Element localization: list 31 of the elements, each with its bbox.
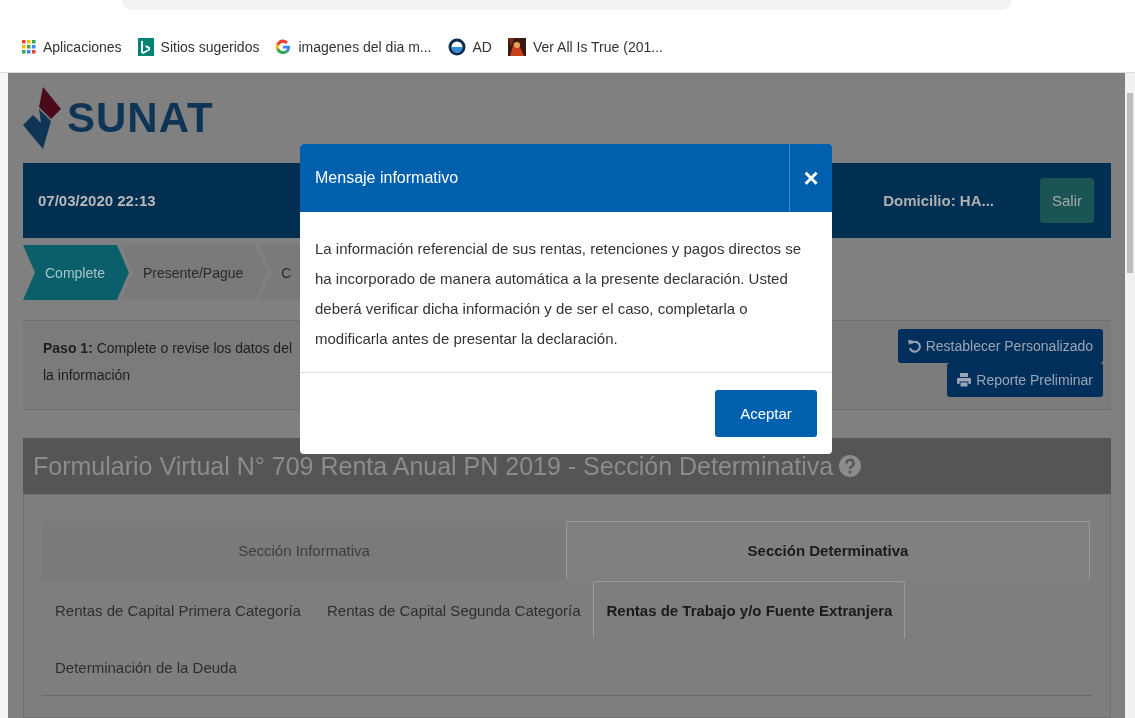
- instructions-text: Paso 1: Complete o revise los datos del la información: [43, 339, 293, 385]
- reset-button[interactable]: Restablecer Personalizado: [897, 329, 1103, 363]
- subsection-tab[interactable]: Rentas de Capital Primera Categoría: [42, 581, 314, 638]
- bookmark-link[interactable]: Ver All Is True (201...: [507, 38, 663, 56]
- bookmark-link[interactable]: imagenes del dia m...: [275, 39, 432, 55]
- help-icon[interactable]: [839, 455, 862, 477]
- bookmark-link[interactable]: Aplicaciones: [22, 39, 122, 55]
- wizard-step[interactable]: Complete: [23, 245, 129, 300]
- bing-b-icon: [137, 38, 154, 56]
- close-button[interactable]: ×: [789, 144, 832, 212]
- bookmark-link[interactable]: AD: [447, 38, 492, 56]
- undo-icon: [907, 339, 921, 353]
- logout-button[interactable]: Salir: [1040, 178, 1094, 223]
- report-button[interactable]: Reporte Preliminar: [947, 363, 1103, 397]
- section-tab[interactable]: Sección Determinativa: [566, 521, 1090, 579]
- printer-icon: [957, 373, 972, 387]
- subsection-tab[interactable]: Determinación de la Deuda: [42, 638, 250, 695]
- accept-button[interactable]: Aceptar: [715, 390, 817, 437]
- address-label: Domicilio: HA...: [883, 192, 994, 209]
- subsection-tab[interactable]: Rentas de Trabajo y/o Fuente Extranjera: [593, 581, 906, 638]
- wizard-step[interactable]: Presente/Pague: [120, 245, 268, 300]
- subsection-tab[interactable]: Rentas de Capital Segunda Categoría: [313, 581, 594, 638]
- bookmark-link[interactable]: Sitios sugeridos: [137, 38, 260, 56]
- dialog-title: Mensaje informativo: [314, 169, 460, 187]
- google-g-icon: [275, 39, 292, 55]
- date-time: 07/03/2020 22:13: [38, 192, 156, 209]
- section-tab[interactable]: Sección Informativa: [42, 521, 566, 579]
- circle-icon: [447, 38, 466, 56]
- logo-text: SUNAT: [67, 94, 214, 142]
- apps-grid-icon: [22, 40, 36, 54]
- dialog-message: La información referencial de sus rentas, retenciones y pagos directos se ha incorporado de manera automática a la presente declaración. Usted deberá verificar dicha información y de ser el caso, completarla o modificarla antes de presentar la declaración.: [300, 212, 832, 373]
